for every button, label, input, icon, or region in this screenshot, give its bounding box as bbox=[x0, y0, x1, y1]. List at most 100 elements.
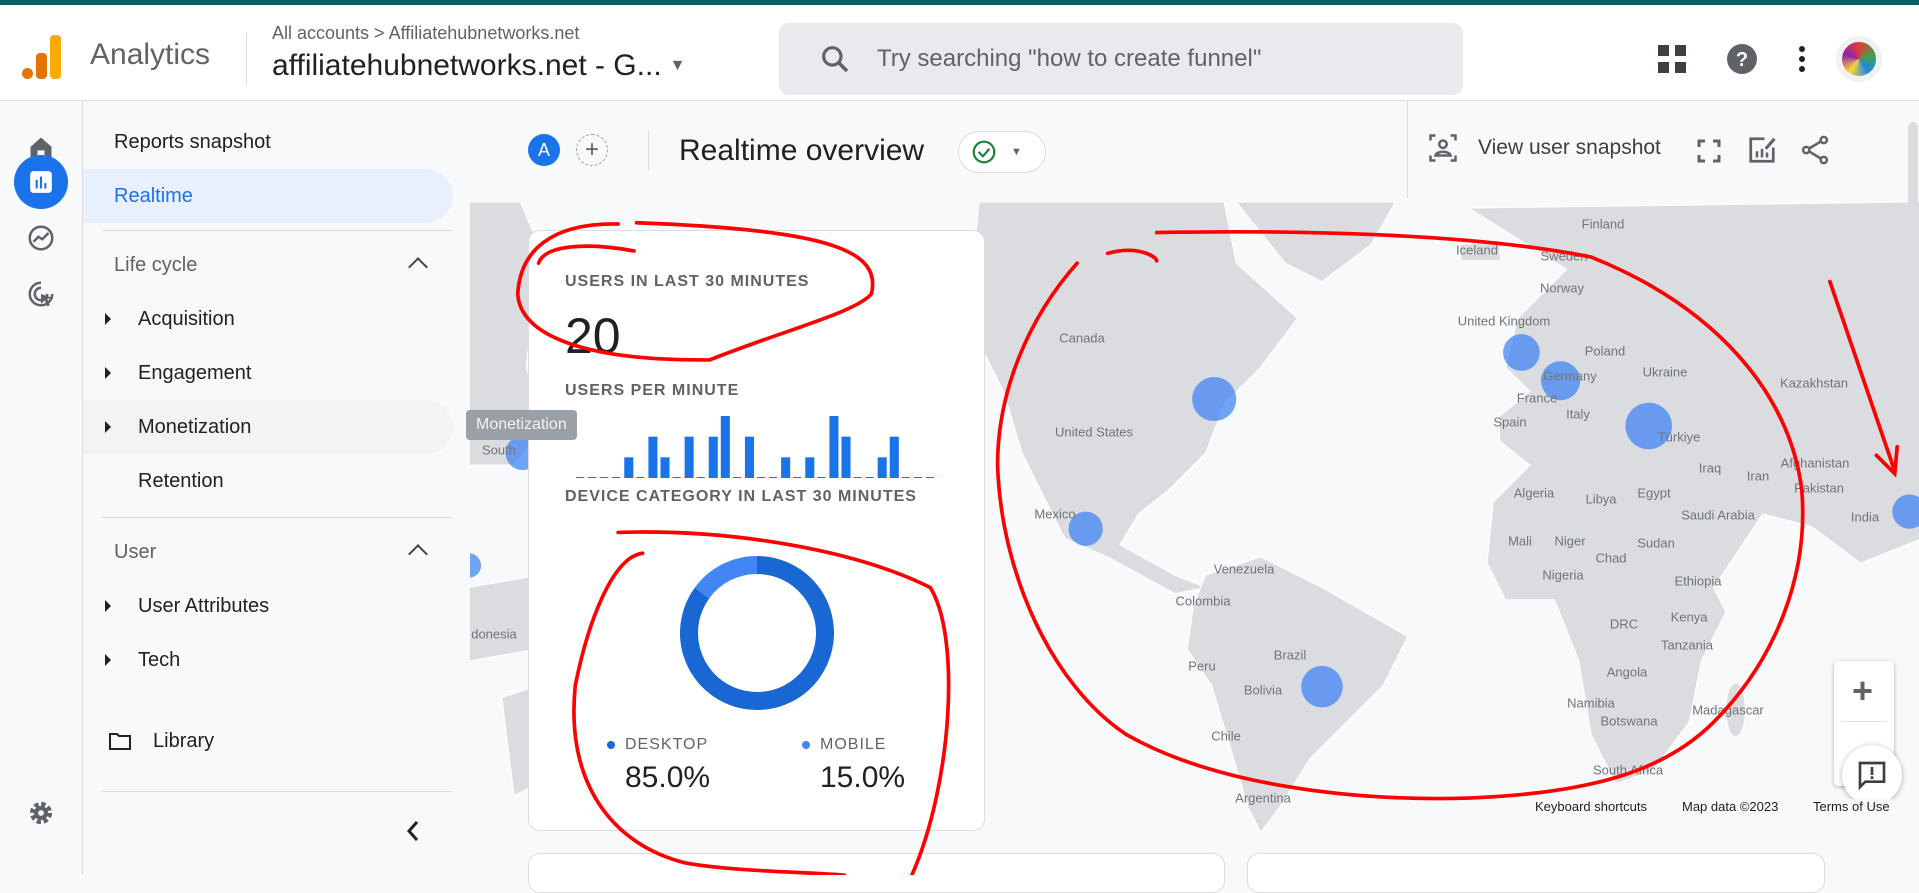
bar[interactable] bbox=[877, 457, 887, 478]
analytics-logo[interactable] bbox=[22, 35, 62, 79]
nav-label: Engagement bbox=[138, 361, 252, 384]
bar-zero bbox=[925, 477, 934, 478]
nav-monetization[interactable]: Monetization bbox=[83, 400, 453, 454]
expand-arrow-icon bbox=[105, 600, 111, 612]
expand-arrow-icon bbox=[105, 313, 111, 325]
property-selector[interactable]: affiliatehubnetworks.net - G... ▼ bbox=[272, 49, 686, 83]
bar[interactable] bbox=[781, 457, 791, 478]
map-country-label: Afghanistan bbox=[1780, 455, 1850, 471]
help-icon[interactable]: ? bbox=[1726, 43, 1758, 75]
map-country-label: India bbox=[1850, 509, 1880, 525]
explore-icon[interactable] bbox=[14, 211, 68, 265]
bar-zero bbox=[757, 477, 766, 478]
map-country-label: Germany bbox=[1543, 368, 1597, 384]
donut-slice-mobile[interactable] bbox=[694, 556, 758, 599]
page-scrollbar[interactable] bbox=[1908, 122, 1918, 332]
bar[interactable] bbox=[648, 436, 658, 478]
nav-user-attributes[interactable]: User Attributes bbox=[83, 579, 453, 633]
device-category-donut[interactable] bbox=[680, 556, 834, 710]
divider bbox=[246, 33, 247, 85]
bar-zero bbox=[793, 477, 802, 478]
bar-zero bbox=[901, 477, 910, 478]
bar-zero bbox=[732, 477, 741, 478]
nav-library[interactable]: Library bbox=[83, 714, 453, 768]
bar[interactable] bbox=[708, 436, 718, 478]
bar-zero bbox=[612, 477, 621, 478]
bar[interactable] bbox=[744, 436, 754, 478]
advertising-icon[interactable] bbox=[14, 267, 68, 321]
bar[interactable] bbox=[684, 436, 694, 478]
map-country-label: United States bbox=[1054, 424, 1134, 440]
users-per-minute-chart[interactable] bbox=[575, 411, 937, 481]
apps-grid-icon[interactable] bbox=[1658, 45, 1686, 73]
map-country-label: Spain bbox=[1493, 414, 1527, 430]
collapse-chevron-left-icon[interactable] bbox=[405, 819, 421, 843]
realtime-card bbox=[1247, 853, 1825, 893]
bar[interactable] bbox=[889, 436, 899, 478]
nav-label: Acquisition bbox=[138, 307, 235, 330]
bubble-united-states bbox=[1192, 376, 1237, 422]
map-country-label: Argentina bbox=[1235, 790, 1291, 806]
nav-label: Monetization bbox=[138, 415, 252, 438]
more-vert-icon[interactable] bbox=[1798, 45, 1806, 73]
fullscreen-icon[interactable] bbox=[1697, 139, 1721, 163]
view-user-snapshot-button[interactable]: View user snapshot bbox=[1428, 133, 1661, 163]
share-icon[interactable] bbox=[1800, 135, 1830, 165]
expand-arrow-icon bbox=[105, 654, 111, 666]
check-circle-icon bbox=[972, 140, 996, 164]
page-title: Realtime overview bbox=[679, 134, 925, 167]
map-country-label: Sudan bbox=[1637, 535, 1675, 551]
bar-zero bbox=[696, 477, 705, 478]
settings-gear-icon[interactable] bbox=[14, 786, 68, 840]
bar-zero bbox=[576, 477, 585, 478]
map-country-label: Niger bbox=[1554, 533, 1586, 549]
map-country-label: United Kingdom bbox=[1457, 313, 1551, 329]
bar[interactable] bbox=[624, 457, 634, 478]
search-input[interactable]: Try searching "how to create funnel" bbox=[779, 23, 1463, 95]
desktop-percentage: 85.0% bbox=[625, 761, 711, 794]
keyboard-shortcuts-link[interactable]: Keyboard shortcuts bbox=[1531, 799, 1652, 814]
users-per-minute-title: USERS PER MINUTE bbox=[565, 382, 740, 399]
account-avatar[interactable] bbox=[1836, 36, 1882, 82]
nav-acquisition[interactable]: Acquisition bbox=[83, 292, 453, 346]
search-placeholder: Try searching "how to create funnel" bbox=[877, 45, 1262, 72]
section-life-cycle[interactable]: Life cycle bbox=[114, 254, 197, 277]
app-header: Analytics All accounts > Affiliatehubnet… bbox=[0, 5, 1919, 101]
bar[interactable] bbox=[660, 457, 670, 478]
bar-zero bbox=[853, 477, 862, 478]
nav-reports-snapshot[interactable]: Reports snapshot bbox=[83, 115, 453, 169]
map-country-label: South Africa bbox=[1592, 762, 1664, 778]
map-country-label: Canada bbox=[1059, 330, 1105, 346]
bar[interactable] bbox=[829, 416, 839, 478]
bar[interactable] bbox=[720, 416, 730, 478]
map-country-label: Nigeria bbox=[1542, 567, 1584, 583]
data-quality-selector[interactable]: ▼ bbox=[958, 131, 1046, 173]
map-country-label: Pakistan bbox=[1794, 480, 1844, 496]
section-user[interactable]: User bbox=[114, 541, 156, 564]
feedback-icon bbox=[1858, 761, 1886, 791]
feedback-button[interactable] bbox=[1842, 745, 1902, 805]
map-country-label: Venezuela bbox=[1213, 561, 1275, 577]
customize-report-icon[interactable] bbox=[1747, 135, 1777, 165]
bar[interactable] bbox=[805, 457, 815, 478]
folder-icon bbox=[109, 733, 131, 750]
bar-zero bbox=[600, 477, 609, 478]
nav-engagement[interactable]: Engagement bbox=[83, 346, 453, 400]
map-country-label: Ethiopia bbox=[1674, 573, 1722, 589]
chevron-up-icon[interactable] bbox=[408, 257, 428, 277]
bar[interactable] bbox=[841, 436, 851, 478]
caret-down-icon: ▼ bbox=[669, 57, 686, 74]
chevron-up-icon[interactable] bbox=[408, 544, 428, 564]
bar-zero bbox=[588, 477, 597, 478]
map-country-label: Bolivia bbox=[1243, 682, 1283, 698]
zoom-in-button[interactable]: + bbox=[1852, 673, 1873, 709]
nav-tech[interactable]: Tech bbox=[83, 633, 453, 687]
map-country-label: Colombia bbox=[1175, 593, 1231, 609]
add-comparison-button[interactable]: + bbox=[576, 134, 608, 166]
nav-retention[interactable]: Retention bbox=[83, 454, 453, 508]
breadcrumb[interactable]: All accounts > Affiliatehubnetworks.net bbox=[272, 23, 579, 44]
comparison-avatar[interactable]: A bbox=[528, 134, 560, 166]
reports-icon[interactable] bbox=[14, 155, 68, 209]
terms-of-use-link[interactable]: Terms of Use bbox=[1809, 799, 1894, 814]
nav-realtime[interactable]: Realtime bbox=[83, 169, 453, 223]
